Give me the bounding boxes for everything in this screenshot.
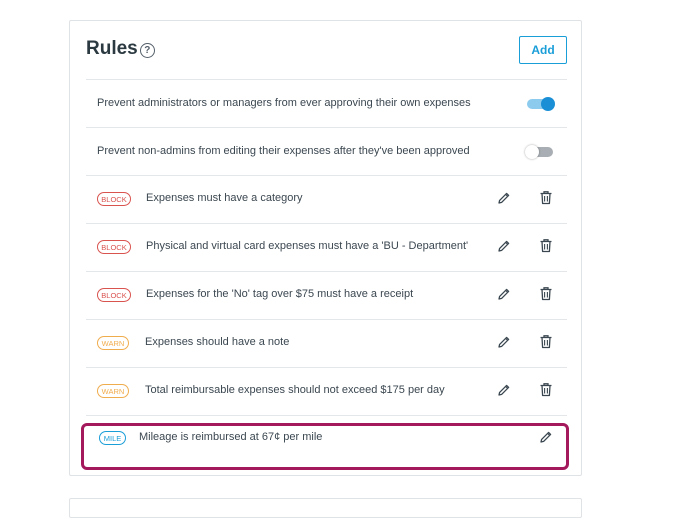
rule-text: Total reimbursable expenses should not e… xyxy=(145,384,445,396)
self-approval-toggle[interactable] xyxy=(527,97,555,111)
rules-card: Rules ? Add Prevent administrators or ma… xyxy=(69,20,582,476)
pencil-icon[interactable] xyxy=(496,382,512,398)
rule-row: BLOCK Physical and virtual card expenses… xyxy=(86,223,567,271)
toggle-label: Prevent non-admins from editing their ex… xyxy=(97,145,470,157)
pencil-icon[interactable] xyxy=(496,190,512,206)
trash-icon[interactable] xyxy=(538,285,554,301)
rules-title: Rules ? xyxy=(86,38,155,60)
toggle-row-self-approval: Prevent administrators or managers from … xyxy=(86,79,567,127)
block-badge: BLOCK xyxy=(97,240,131,254)
highlight-outline xyxy=(81,423,569,470)
add-rule-button[interactable]: Add xyxy=(519,36,567,64)
toggle-row-edit-after-approval: Prevent non-admins from editing their ex… xyxy=(86,127,567,175)
rule-row: BLOCK Expenses must have a category xyxy=(86,175,567,223)
rule-row: BLOCK Expenses for the 'No' tag over $75… xyxy=(86,271,567,319)
next-card xyxy=(69,498,582,518)
pencil-icon[interactable] xyxy=(496,334,512,350)
trash-icon[interactable] xyxy=(538,381,554,397)
trash-icon[interactable] xyxy=(538,237,554,253)
warn-badge: WARN xyxy=(97,384,129,398)
rule-row: WARN Total reimbursable expenses should … xyxy=(86,367,567,415)
trash-icon[interactable] xyxy=(538,189,554,205)
block-badge: BLOCK xyxy=(97,192,131,206)
pencil-icon[interactable] xyxy=(496,286,512,302)
rule-text: Expenses must have a category xyxy=(146,192,303,204)
toggle-label: Prevent administrators or managers from … xyxy=(97,97,471,109)
trash-icon[interactable] xyxy=(538,333,554,349)
rule-text: Expenses for the 'No' tag over $75 must … xyxy=(146,288,414,300)
page-title: Rules xyxy=(86,38,138,59)
rule-text: Expenses should have a note xyxy=(145,336,290,348)
warn-badge: WARN xyxy=(97,336,129,350)
pencil-icon[interactable] xyxy=(496,238,512,254)
edit-after-approval-toggle[interactable] xyxy=(525,145,553,159)
block-badge: BLOCK xyxy=(97,288,131,302)
rule-row: WARN Expenses should have a note xyxy=(86,319,567,367)
rule-text: Physical and virtual card expenses must … xyxy=(146,240,469,252)
question-circle-icon[interactable]: ? xyxy=(139,43,155,58)
